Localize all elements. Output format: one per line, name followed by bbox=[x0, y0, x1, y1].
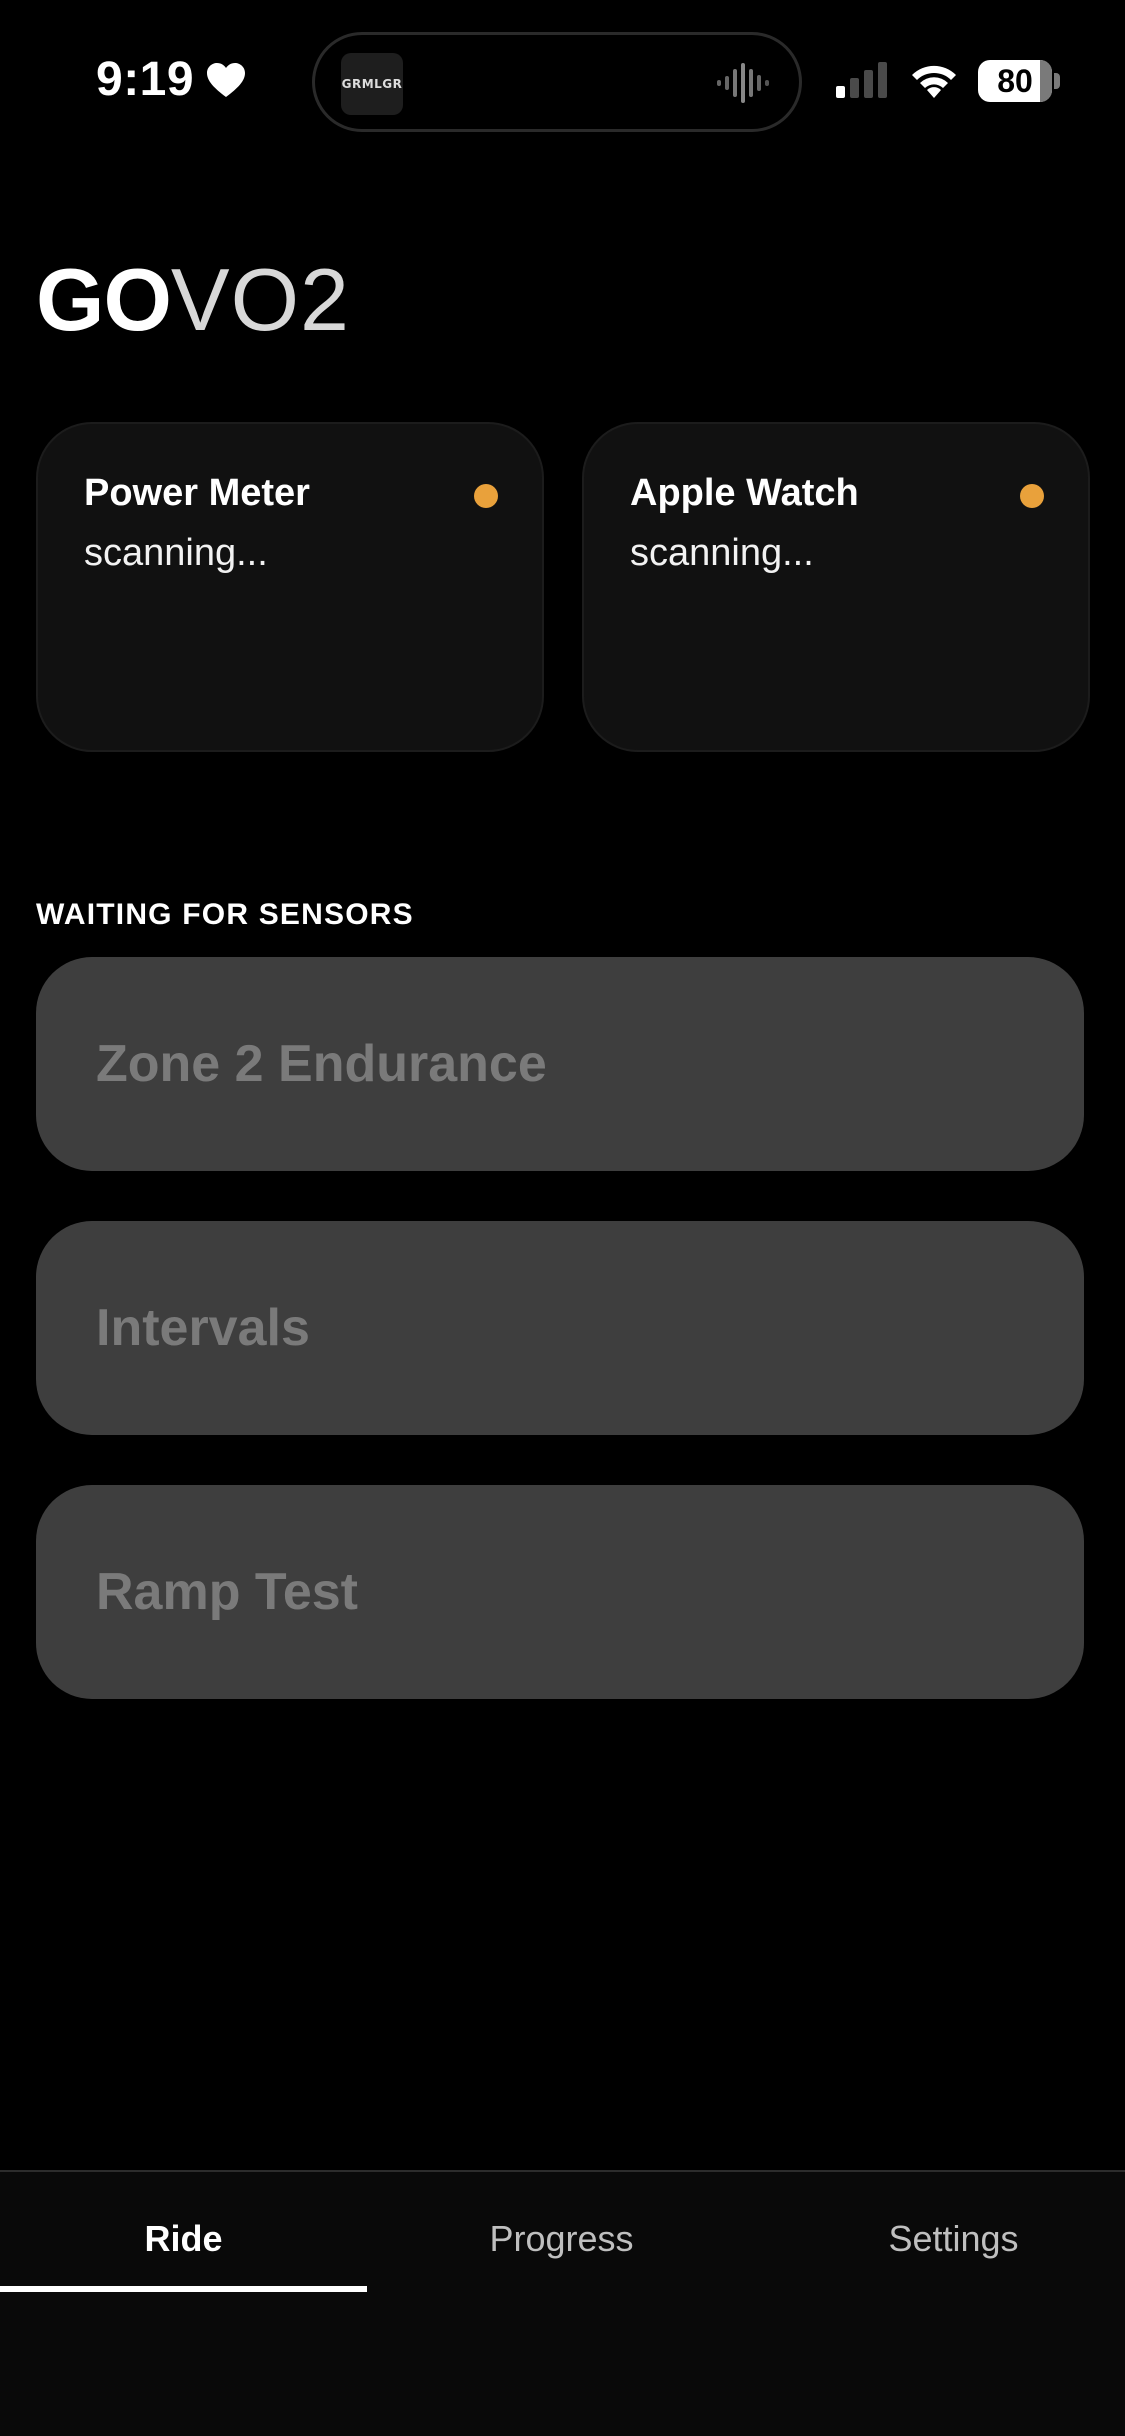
tab-ride[interactable]: Ride bbox=[0, 2172, 367, 2288]
sensor-name: Apple Watch bbox=[630, 472, 859, 514]
sensor-status: scanning... bbox=[630, 532, 814, 574]
tab-settings[interactable]: Settings bbox=[770, 2172, 1125, 2288]
heart-icon bbox=[206, 62, 246, 98]
apple-watch-card[interactable]: Apple Watch scanning... bbox=[582, 422, 1090, 752]
app-screen: 9:19 GRMLGR 80 GO VO2 Power Meter scanni… bbox=[0, 0, 1125, 2436]
app-logo: GO VO2 bbox=[36, 256, 350, 344]
power-meter-card[interactable]: Power Meter scanning... bbox=[36, 422, 544, 752]
button-label: Intervals bbox=[96, 1299, 310, 1357]
battery-indicator: 80 bbox=[978, 60, 1060, 102]
logo-vo2: VO2 bbox=[170, 250, 350, 349]
battery-cap bbox=[1054, 73, 1060, 89]
sensor-name: Power Meter bbox=[84, 472, 310, 514]
active-tab-indicator bbox=[0, 2286, 367, 2292]
button-label: Zone 2 Endurance bbox=[96, 1035, 547, 1093]
wifi-icon bbox=[908, 60, 960, 105]
status-dot bbox=[474, 484, 498, 508]
logo-go: GO bbox=[36, 250, 172, 349]
dynamic-island[interactable]: GRMLGR bbox=[312, 32, 802, 132]
ramp-test-button[interactable]: Ramp Test bbox=[36, 1485, 1084, 1699]
status-dot bbox=[1020, 484, 1044, 508]
section-header: WAITING FOR SENSORS bbox=[36, 898, 414, 931]
sensor-status: scanning... bbox=[84, 532, 268, 574]
battery-level: 80 bbox=[997, 63, 1033, 99]
status-time: 9:19 bbox=[96, 52, 246, 107]
button-label: Ramp Test bbox=[96, 1563, 358, 1621]
zone-2-endurance-button[interactable]: Zone 2 Endurance bbox=[36, 957, 1084, 1171]
intervals-button[interactable]: Intervals bbox=[36, 1221, 1084, 1435]
tab-bar: Ride Progress Settings bbox=[0, 2170, 1125, 2436]
artwork-text: GRMLGR bbox=[341, 77, 403, 91]
audio-waveform-icon bbox=[715, 61, 771, 110]
cellular-signal-icon bbox=[834, 60, 892, 105]
time-label: 9:19 bbox=[96, 53, 195, 106]
status-bar: 9:19 GRMLGR 80 bbox=[0, 0, 1125, 150]
now-playing-artwork: GRMLGR bbox=[341, 53, 403, 115]
tab-progress[interactable]: Progress bbox=[378, 2172, 745, 2288]
